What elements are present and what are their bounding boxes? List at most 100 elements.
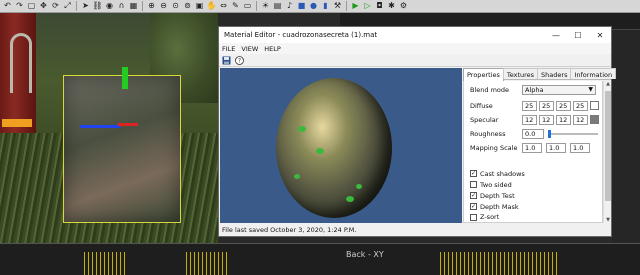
toolbar-separator — [76, 1, 78, 11]
selected-cube[interactable] — [63, 75, 181, 223]
move-icon[interactable]: ✥ — [38, 1, 49, 12]
brush-icon[interactable]: ✎ — [230, 1, 241, 12]
mapping-scale-label: Mapping Scale — [470, 144, 518, 152]
camera-snap-icon[interactable]: ◘ — [374, 1, 385, 12]
specular-r-field[interactable]: 12 — [522, 115, 537, 125]
preview-sphere — [276, 78, 392, 218]
specular-a-field[interactable]: 12 — [573, 115, 588, 125]
checkbox-label: Z-sort — [480, 213, 500, 221]
camera-icon[interactable]: ◉ — [104, 1, 115, 12]
specular-color-swatch[interactable] — [590, 115, 599, 124]
sound-icon[interactable]: ♪ — [284, 1, 295, 12]
hand-icon[interactable]: ✋ — [206, 1, 217, 12]
save-icon[interactable] — [222, 56, 231, 65]
wireframe-geometry — [186, 252, 228, 275]
play-debug-icon[interactable]: ▷ — [362, 1, 373, 12]
checkbox-label: Depth Mask — [480, 202, 519, 211]
diffuse-a-field[interactable]: 25 — [573, 101, 588, 111]
tab-information[interactable]: Information — [570, 68, 617, 79]
checkbox-box: ✓ — [470, 191, 477, 199]
bottom-left-viewport[interactable] — [0, 243, 340, 275]
roughness-slider[interactable] — [548, 130, 598, 138]
cylinder-icon[interactable]: ▮ — [320, 1, 331, 12]
perspective-viewport[interactable] — [0, 13, 218, 243]
properties-scrollbar[interactable]: ▲ ▼ — [603, 81, 611, 223]
specular-g-field[interactable]: 12 — [539, 115, 554, 125]
play-icon[interactable]: ▶ — [350, 1, 361, 12]
help-icon[interactable]: ? — [235, 55, 244, 65]
tab-textures[interactable]: Textures — [502, 68, 539, 79]
zoom-out-icon[interactable]: ⊖ — [158, 1, 169, 12]
light-icon[interactable]: ☀ — [260, 1, 271, 12]
diffuse-r-field[interactable]: 25 — [522, 101, 537, 111]
cube-icon[interactable]: ■ — [296, 1, 307, 12]
viewport-label: Back - XY — [346, 250, 384, 259]
tab-properties[interactable]: Properties — [463, 68, 504, 81]
frame-icon[interactable]: ▣ — [194, 1, 205, 12]
scene-light — [2, 119, 32, 127]
toolbar-separator — [346, 1, 348, 11]
scroll-up-icon[interactable]: ▲ — [604, 81, 612, 87]
rotate-icon[interactable]: ⟳ — [50, 1, 61, 12]
checkbox-box: ✓ — [470, 202, 477, 210]
diffuse-b-field[interactable]: 25 — [556, 101, 571, 111]
select-icon[interactable]: ▢ — [26, 1, 37, 12]
volume-icon[interactable]: ▤ — [272, 1, 283, 12]
close-button[interactable]: ✕ — [589, 27, 611, 43]
settings-icon[interactable]: ✱ — [386, 1, 397, 12]
diffuse-color-swatch[interactable] — [590, 101, 599, 110]
magnet-icon[interactable]: ∩ — [116, 1, 127, 12]
menu-view[interactable]: VIEW — [241, 45, 258, 53]
material-preview[interactable] — [220, 68, 462, 223]
z-sort-checkbox[interactable]: Z-sort — [470, 213, 499, 221]
mapping-scale-y-field[interactable]: 1.0 — [546, 143, 566, 153]
specular-label: Specular — [470, 116, 499, 124]
texture-detail — [294, 174, 300, 179]
mapping-scale-x-field[interactable]: 1.0 — [522, 143, 542, 153]
mapping-scale-z-field[interactable]: 1.0 — [570, 143, 590, 153]
wireframe-geometry — [440, 252, 560, 275]
gizmo-y-axis[interactable] — [122, 67, 128, 89]
blend-mode-select[interactable]: Alpha ▼ — [522, 85, 596, 95]
pointer-icon[interactable]: ➤ — [80, 1, 91, 12]
gizmo-z-axis[interactable] — [80, 125, 120, 128]
minimize-button[interactable]: — — [545, 27, 567, 43]
roughness-field[interactable]: 0.0 — [522, 129, 544, 139]
grid-icon[interactable]: ▦ — [128, 1, 139, 12]
undo-icon[interactable]: ↶ — [2, 1, 13, 12]
maximize-button[interactable]: ☐ — [567, 27, 589, 43]
scrollbar-thumb[interactable] — [605, 91, 611, 201]
two-sided-checkbox[interactable]: Two sided — [470, 180, 512, 189]
sphere-icon[interactable]: ● — [308, 1, 319, 12]
depth-test-checkbox[interactable]: ✓ Depth Test — [470, 191, 515, 200]
menu-file[interactable]: FILE — [222, 45, 235, 53]
dialog-toolbar: ? — [219, 54, 611, 67]
material-editor-dialog: Material Editor - cuadrozonasecreta (1).… — [218, 26, 617, 237]
pan-icon[interactable]: ⇔ — [218, 1, 229, 12]
checkbox-label: Cast shadows — [480, 169, 525, 178]
gear-icon[interactable]: ⚙ — [398, 1, 409, 12]
scroll-down-icon[interactable]: ▼ — [604, 217, 612, 223]
diffuse-g-field[interactable]: 25 — [539, 101, 554, 111]
zoom-all-icon[interactable]: ⊚ — [182, 1, 193, 12]
bottom-right-viewport[interactable]: Back - XY — [340, 243, 640, 275]
eraser-icon[interactable]: ▭ — [242, 1, 253, 12]
link-icon[interactable]: ⛓ — [92, 1, 103, 12]
build-icon[interactable]: ⚒ — [332, 1, 343, 12]
slider-handle[interactable] — [548, 130, 551, 138]
zoom-fit-icon[interactable]: ⊙ — [170, 1, 181, 12]
cast-shadows-checkbox[interactable]: ✓ Cast shadows — [470, 169, 525, 178]
panel-tabs: Properties Textures Shaders Information — [463, 68, 617, 81]
menu-help[interactable]: HELP — [264, 45, 281, 53]
tab-shaders[interactable]: Shaders — [537, 68, 572, 79]
dialog-titlebar[interactable]: Material Editor - cuadrozonasecreta (1).… — [219, 27, 611, 43]
checkbox-box — [470, 213, 477, 221]
right-viewport-grid[interactable] — [612, 30, 640, 243]
specular-b-field[interactable]: 12 — [556, 115, 571, 125]
zoom-in-icon[interactable]: ⊕ — [146, 1, 157, 12]
gizmo-x-axis[interactable] — [118, 123, 138, 126]
redo-icon[interactable]: ↷ — [14, 1, 25, 12]
chevron-down-icon: ▼ — [588, 86, 593, 93]
depth-mask-checkbox[interactable]: ✓ Depth Mask — [470, 202, 519, 211]
scale-icon[interactable]: ⤢ — [62, 1, 73, 12]
